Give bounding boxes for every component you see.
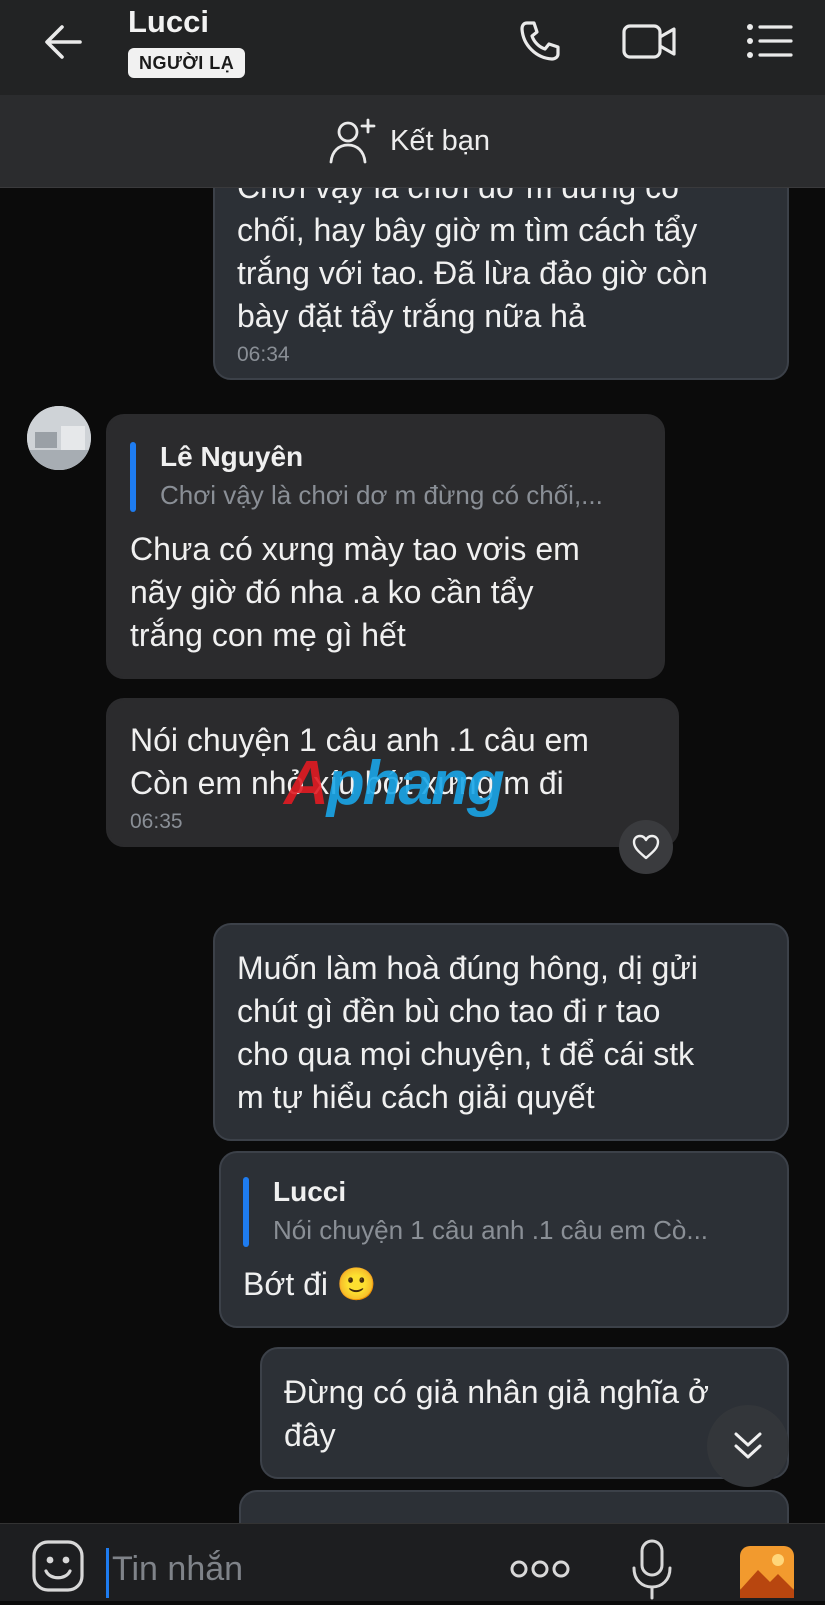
image-icon bbox=[740, 1546, 794, 1598]
message-bubble-outgoing[interactable]: Muốn làm hoà đúng hông, dị gửi chút gì đ… bbox=[213, 923, 789, 1141]
add-friend-button[interactable]: Kết bạn bbox=[328, 115, 490, 167]
quote-bar bbox=[243, 1177, 249, 1247]
video-call-button[interactable] bbox=[620, 17, 676, 65]
quote-author: Lucci bbox=[273, 1176, 347, 1207]
quoted-reply[interactable]: Lê Nguyên Chơi vậy là chơi dơ m đừng có … bbox=[130, 438, 641, 514]
composer-bar: Tin nhắn bbox=[0, 1523, 825, 1601]
chat-header: Lucci NGƯỜI LẠ bbox=[0, 0, 825, 95]
quote-text: Nói chuyện 1 câu anh .1 câu em Cò... bbox=[273, 1215, 709, 1245]
quote-text: Chơi vậy là chơi dơ m đừng có chối,... bbox=[160, 480, 603, 510]
message-text: Đừng có giả nhân giả nghĩa ở đây bbox=[284, 1374, 709, 1453]
scroll-to-bottom-button[interactable] bbox=[707, 1405, 789, 1487]
react-button[interactable] bbox=[619, 820, 673, 874]
message-text: Muốn làm hoà đúng hông, dị gửi chút gì đ… bbox=[237, 950, 698, 1115]
avatar-photo bbox=[27, 406, 91, 470]
more-options-button[interactable] bbox=[508, 1554, 572, 1584]
emoji-button[interactable] bbox=[30, 1538, 86, 1594]
voice-message-button[interactable] bbox=[630, 1538, 674, 1600]
message-list[interactable]: Chơi vậy là chơi dơ m đừng có chối, hay … bbox=[0, 188, 825, 1523]
microphone-icon bbox=[632, 1539, 672, 1600]
menu-list-icon bbox=[747, 24, 793, 58]
add-friend-label: Kết bạn bbox=[390, 124, 490, 157]
message-bubble-incoming[interactable]: Lê Nguyên Chơi vậy là chơi dơ m đừng có … bbox=[106, 414, 665, 679]
quote-bar bbox=[130, 442, 136, 512]
contact-name[interactable]: Lucci bbox=[128, 4, 209, 40]
heart-icon bbox=[632, 834, 660, 860]
emoji-icon bbox=[32, 1540, 84, 1592]
double-chevron-down-icon bbox=[734, 1432, 762, 1459]
menu-button[interactable] bbox=[745, 17, 795, 65]
add-friend-bar: Kết bạn bbox=[0, 95, 825, 188]
phone-icon bbox=[520, 21, 560, 61]
arrow-left-icon bbox=[45, 25, 82, 59]
message-bubble-outgoing[interactable] bbox=[239, 1490, 789, 1523]
message-text: Bớt đi 🙂 bbox=[243, 1266, 377, 1302]
quote-author: Lê Nguyên bbox=[160, 441, 304, 472]
add-user-icon bbox=[329, 118, 376, 164]
message-text: Chơi vậy là chơi dơ m đừng có chối, hay … bbox=[237, 188, 708, 334]
quoted-reply[interactable]: Lucci Nói chuyện 1 câu anh .1 câu em Cò.… bbox=[243, 1173, 765, 1249]
message-input[interactable]: Tin nhắn bbox=[112, 1550, 243, 1589]
video-call-icon bbox=[622, 24, 676, 59]
back-button[interactable] bbox=[40, 18, 88, 66]
message-bubble-outgoing[interactable]: Lucci Nói chuyện 1 câu anh .1 câu em Cò.… bbox=[219, 1151, 789, 1328]
watermark-logo: Aphang bbox=[284, 749, 505, 818]
avatar[interactable] bbox=[27, 406, 91, 470]
message-text: Chưa có xưng mày tao vơis em nãy giờ đó … bbox=[130, 531, 580, 653]
voice-call-button[interactable] bbox=[515, 17, 565, 65]
stranger-badge: NGƯỜI LẠ bbox=[128, 48, 246, 78]
text-cursor bbox=[106, 1548, 109, 1598]
more-options-icon bbox=[510, 1560, 570, 1578]
message-time: 06:34 bbox=[237, 343, 290, 366]
send-image-button[interactable] bbox=[738, 1544, 796, 1600]
message-bubble-outgoing[interactable]: Chơi vậy là chơi dơ m đừng có chối, hay … bbox=[213, 188, 789, 380]
